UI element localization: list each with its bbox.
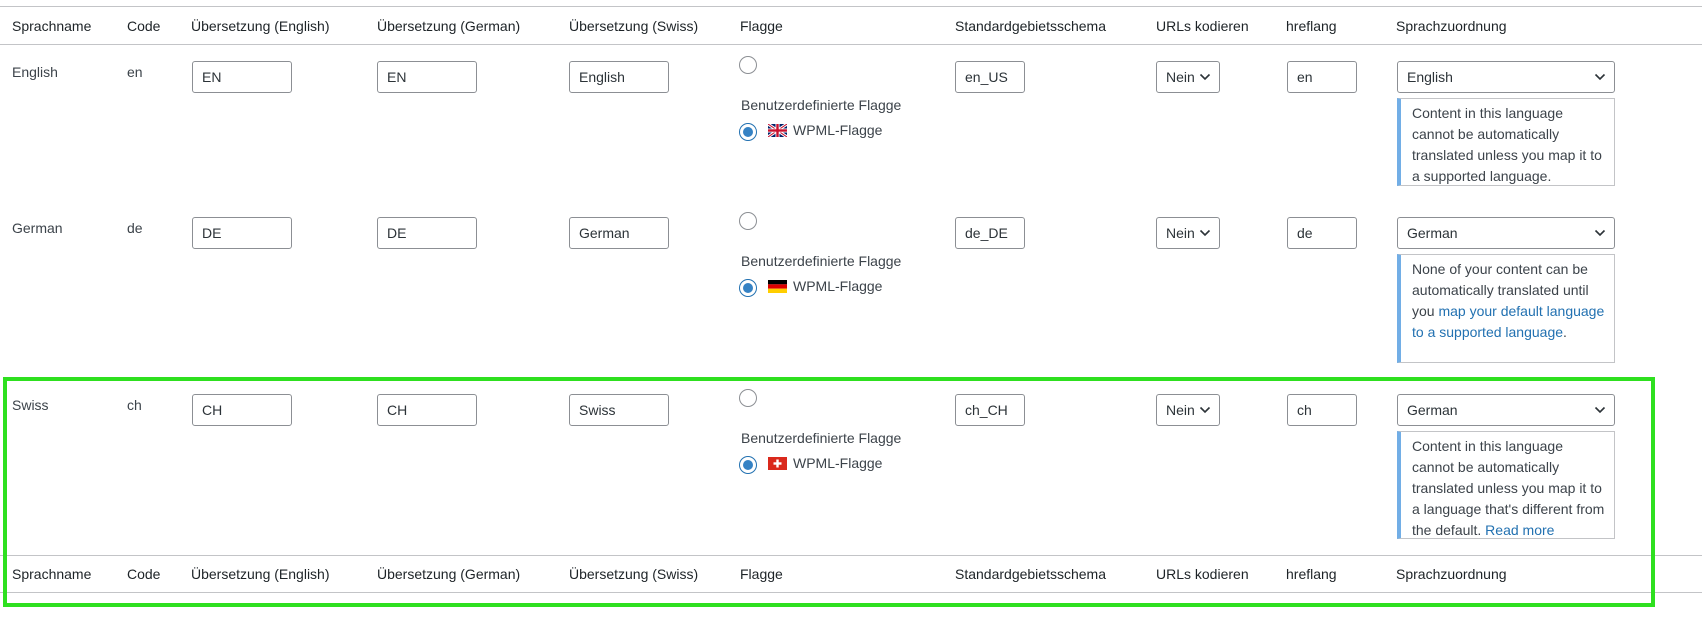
custom-flag-label: Benutzerdefinierte Flagge <box>741 253 902 269</box>
custom-flag-label: Benutzerdefinierte Flagge <box>741 97 902 113</box>
encode-urls-select[interactable]: Nein <box>1156 217 1220 249</box>
wpml-flag-option: WPML-Flagge <box>768 455 882 471</box>
wpml-flag-radio[interactable] <box>739 456 757 474</box>
chevron-down-icon <box>1594 406 1606 414</box>
translation-swiss-input[interactable]: English <box>569 61 669 93</box>
footer-default-locale: Standardgebietsschema <box>955 566 1106 582</box>
footer-encode-urls: URLs kodieren <box>1156 566 1249 582</box>
wpml-flag-option: WPML-Flagge <box>768 278 882 294</box>
chevron-down-icon <box>1594 73 1606 81</box>
language-mapping-value: German <box>1407 402 1458 418</box>
hreflang-input[interactable]: de <box>1287 217 1357 249</box>
footer-flag: Flagge <box>740 566 783 582</box>
language-code: ch <box>127 397 142 413</box>
footer-translation-english: Übersetzung (English) <box>191 566 330 582</box>
header-code: Code <box>127 18 161 34</box>
header-translation-german: Übersetzung (German) <box>377 18 521 34</box>
table-top-border <box>0 6 1702 7</box>
footer-sprachname: Sprachname <box>12 566 92 582</box>
germany-flag-icon <box>768 279 787 293</box>
header-hreflang: hreflang <box>1286 18 1337 34</box>
wpml-flag-radio[interactable] <box>739 279 757 297</box>
translation-english-input[interactable]: CH <box>192 394 292 426</box>
chevron-down-icon <box>1594 229 1606 237</box>
footer-translation-german: Übersetzung (German) <box>377 566 521 582</box>
custom-flag-radio[interactable] <box>739 212 757 230</box>
locale-input[interactable]: ch_CH <box>955 394 1025 426</box>
mapping-notice-text: Content in this language cannot be autom… <box>1412 105 1602 184</box>
chevron-down-icon <box>1199 406 1211 414</box>
footer-bottom-border <box>0 592 1702 593</box>
mapping-notice: Content in this language cannot be autom… <box>1397 98 1615 186</box>
footer-translation-swiss: Übersetzung (Swiss) <box>569 566 699 582</box>
chevron-down-icon <box>1199 229 1211 237</box>
header-translation-english: Übersetzung (English) <box>191 18 330 34</box>
encode-urls-value: Nein <box>1166 402 1195 418</box>
header-sprachname: Sprachname <box>12 18 92 34</box>
language-name: English <box>12 64 58 80</box>
translation-english-input[interactable]: EN <box>192 61 292 93</box>
custom-flag-radio[interactable] <box>739 389 757 407</box>
language-code: de <box>127 220 143 236</box>
mapping-notice: Content in this language cannot be autom… <box>1397 431 1615 539</box>
header-language-mapping: Sprachzuordnung <box>1396 18 1507 34</box>
translation-german-input[interactable]: DE <box>377 217 477 249</box>
locale-input[interactable]: de_DE <box>955 217 1025 249</box>
footer-code: Code <box>127 566 161 582</box>
language-mapping-value: English <box>1407 69 1453 85</box>
language-name: Swiss <box>12 397 49 413</box>
translation-english-input[interactable]: DE <box>192 217 292 249</box>
hreflang-input[interactable]: en <box>1287 61 1357 93</box>
footer-top-border <box>0 555 1702 556</box>
uk-flag-icon <box>768 123 787 137</box>
translation-german-input[interactable]: CH <box>377 394 477 426</box>
header-flag: Flagge <box>740 18 783 34</box>
footer-hreflang: hreflang <box>1286 566 1337 582</box>
header-bottom-border <box>0 44 1702 45</box>
header-default-locale: Standardgebietsschema <box>955 18 1106 34</box>
map-default-language-link[interactable]: map your default language to a supported… <box>1412 303 1604 340</box>
header-encode-urls: URLs kodieren <box>1156 18 1249 34</box>
translation-swiss-input[interactable]: Swiss <box>569 394 669 426</box>
wpml-flag-label: WPML-Flagge <box>793 122 883 138</box>
encode-urls-select[interactable]: Nein <box>1156 394 1220 426</box>
language-mapping-select[interactable]: German <box>1397 394 1615 426</box>
locale-input[interactable]: en_US <box>955 61 1025 93</box>
custom-flag-radio[interactable] <box>739 56 757 74</box>
encode-urls-select[interactable]: Nein <box>1156 61 1220 93</box>
language-name: German <box>12 220 63 236</box>
encode-urls-value: Nein <box>1166 69 1195 85</box>
mapping-notice: None of your content can be automaticall… <box>1397 254 1615 363</box>
mapping-notice-suffix: . <box>1563 324 1567 340</box>
header-translation-swiss: Übersetzung (Swiss) <box>569 18 699 34</box>
wpml-flag-option: WPML-Flagge <box>768 122 882 138</box>
language-code: en <box>127 64 143 80</box>
footer-language-mapping: Sprachzuordnung <box>1396 566 1507 582</box>
wpml-flag-label: WPML-Flagge <box>793 278 883 294</box>
switzerland-flag-icon <box>768 456 787 470</box>
read-more-link[interactable]: Read more <box>1485 522 1554 538</box>
language-mapping-select[interactable]: English <box>1397 61 1615 93</box>
language-mapping-value: German <box>1407 225 1458 241</box>
wpml-flag-radio[interactable] <box>739 123 757 141</box>
encode-urls-value: Nein <box>1166 225 1195 241</box>
language-mapping-select[interactable]: German <box>1397 217 1615 249</box>
translation-german-input[interactable]: EN <box>377 61 477 93</box>
wpml-flag-label: WPML-Flagge <box>793 455 883 471</box>
translation-swiss-input[interactable]: German <box>569 217 669 249</box>
chevron-down-icon <box>1199 73 1211 81</box>
hreflang-input[interactable]: ch <box>1287 394 1357 426</box>
custom-flag-label: Benutzerdefinierte Flagge <box>741 430 902 446</box>
